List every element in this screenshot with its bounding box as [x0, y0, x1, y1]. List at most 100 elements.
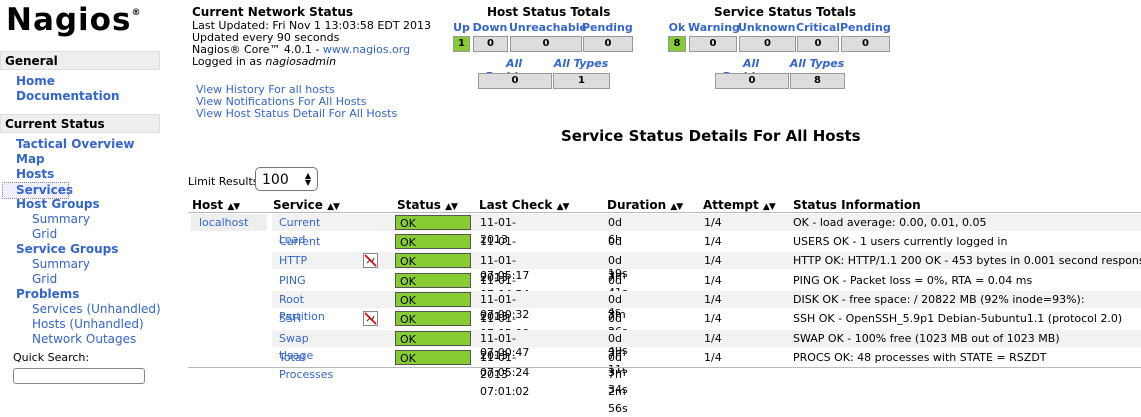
service-total-unknown-value[interactable]: 0: [739, 36, 796, 52]
status-badge: OK: [395, 253, 471, 268]
nav-home[interactable]: Home: [16, 74, 55, 89]
col-last-check-header: Last Check ▲▼: [479, 198, 570, 212]
attempt: 1/4: [704, 274, 722, 287]
status-badge: OK: [395, 273, 471, 288]
status-info: PROCS OK: 48 processes with STATE = RSZD…: [793, 351, 1047, 364]
link-view-host-detail[interactable]: View Host Status Detail For All Hosts: [196, 107, 397, 120]
sort-arrows-icon[interactable]: ▲▼: [670, 202, 683, 212]
attempt: 1/4: [704, 293, 722, 306]
service-total-pending-value[interactable]: 0: [841, 36, 890, 52]
limit-results-label: Limit Results:: [188, 175, 263, 188]
service-all-types-value[interactable]: 8: [790, 73, 845, 89]
service-total-critical-header[interactable]: Critical: [796, 21, 840, 34]
service-totals-title: Service Status Totals: [714, 5, 857, 19]
status-badge: OK: [395, 292, 471, 307]
nav-servicegroups-grid[interactable]: Grid: [32, 272, 57, 287]
nav-map[interactable]: Map: [16, 152, 45, 167]
details-title: Service Status Details For All Hosts: [561, 127, 861, 145]
logo-mark: ®: [131, 8, 142, 18]
status-info: USERS OK - 1 users currently logged in: [793, 235, 1008, 248]
nav-hostgroups-grid[interactable]: Grid: [32, 227, 57, 242]
nav-problems[interactable]: Problems: [16, 287, 79, 302]
service-all-problems-value[interactable]: 0: [715, 73, 789, 89]
status-badge: OK: [395, 215, 471, 230]
service-total-warning-value[interactable]: 0: [689, 36, 737, 52]
nav-hostgroups-summary[interactable]: Summary: [32, 212, 90, 227]
service-link[interactable]: Total Processes: [279, 349, 333, 383]
nav-section-general: General: [0, 51, 160, 70]
host-all-types-value[interactable]: 1: [553, 73, 610, 89]
service-total-warning-header[interactable]: Warning: [688, 21, 740, 34]
col-attempt-header: Attempt ▲▼: [703, 198, 776, 212]
sort-arrows-icon[interactable]: ▲▼: [557, 202, 570, 212]
sidebar: Nagios® General Home Documentation Curre…: [0, 0, 165, 384]
host-total-pending-value[interactable]: 0: [583, 36, 633, 52]
limit-results-select[interactable]: 100 ▲ ▼: [255, 167, 318, 191]
service-all-types-header[interactable]: All Types: [789, 57, 845, 70]
host-total-down-value[interactable]: 0: [473, 36, 508, 52]
service-link[interactable]: SSH: [279, 310, 301, 327]
nav-host-groups[interactable]: Host Groups: [16, 197, 100, 212]
host-total-up-header[interactable]: Up: [452, 21, 471, 34]
status-info: PING OK - Packet loss = 0%, RTA = 0.04 m…: [793, 274, 1033, 287]
col-service-label: Service: [273, 198, 323, 212]
service-total-critical-value[interactable]: 0: [797, 36, 839, 52]
nav-tactical-overview[interactable]: Tactical Overview: [16, 137, 134, 152]
host-total-up-value[interactable]: 1: [453, 36, 470, 52]
sort-arrows-icon[interactable]: ▲▼: [445, 202, 458, 212]
status-info: OK - load average: 0.00, 0.01, 0.05: [793, 216, 987, 229]
logo-text: Nagios: [6, 2, 132, 38]
service-total-unknown-header[interactable]: Unknown: [738, 21, 795, 34]
nav-section-current-status: Current Status: [0, 114, 160, 133]
attempt: 1/4: [704, 312, 722, 325]
nagios-logo[interactable]: Nagios®: [6, 2, 141, 38]
sort-arrows-icon[interactable]: ▲▼: [227, 202, 240, 212]
notifications-disabled-icon[interactable]: [363, 311, 378, 326]
quick-search-label: Quick Search:: [13, 351, 90, 364]
status-badge: OK: [395, 350, 471, 365]
service-total-ok-value[interactable]: 8: [668, 36, 686, 52]
quick-search-input[interactable]: [13, 368, 145, 384]
logged-in-user: nagiosadmin: [265, 55, 337, 68]
host-total-pending-header[interactable]: Pending: [582, 21, 633, 34]
host-total-down-header[interactable]: Down: [472, 21, 508, 34]
nav-problems-hosts: Hosts (Unhandled): [32, 317, 144, 332]
nav-problems-services: Services (Unhandled): [32, 302, 161, 317]
status-info: HTTP OK: HTTP/1.1 200 OK - 453 bytes in …: [793, 254, 1141, 267]
service-link[interactable]: PING: [279, 272, 306, 289]
service-total-pending-header[interactable]: Pending: [840, 21, 891, 34]
sort-arrows-icon[interactable]: ▲▼: [763, 202, 776, 212]
duration: 0d 7h 2m 56s: [608, 351, 628, 415]
nav-servicegroups-summary[interactable]: Summary: [32, 257, 90, 272]
host-link-localhost[interactable]: localhost: [191, 214, 267, 231]
nav-problems-services-link[interactable]: Services: [32, 302, 83, 316]
logged-in: Logged in as nagiosadmin: [192, 56, 336, 68]
col-status-info-header: Status Information: [793, 198, 921, 212]
service-link[interactable]: HTTP: [279, 252, 307, 269]
host-all-problems-value[interactable]: 0: [478, 73, 552, 89]
nav-service-groups[interactable]: Service Groups: [16, 242, 118, 257]
col-duration-label: Duration: [607, 198, 667, 212]
col-status-header: Status ▲▼: [397, 198, 458, 212]
nav-problems-services-unhandled[interactable]: (Unhandled): [86, 302, 160, 316]
nav-documentation[interactable]: Documentation: [16, 89, 120, 104]
host-all-types-header[interactable]: All Types: [552, 57, 610, 70]
attempt: 1/4: [704, 216, 722, 229]
status-badge: OK: [395, 234, 471, 249]
host-total-unreachable-value[interactable]: 0: [510, 36, 582, 52]
nav-network-outages[interactable]: Network Outages: [32, 332, 136, 347]
col-status-label: Status: [397, 198, 441, 212]
nav-problems-hosts-unhandled[interactable]: (Unhandled): [69, 317, 143, 331]
col-last-check-label: Last Check: [479, 198, 553, 212]
nav-hosts[interactable]: Hosts: [16, 167, 54, 182]
host-total-unreachable-header[interactable]: Unreachable: [509, 21, 587, 34]
nav-problems-hosts-link[interactable]: Hosts: [32, 317, 66, 331]
host-totals-title: Host Status Totals: [487, 5, 611, 19]
header-divider: [188, 212, 1141, 213]
col-host-label: Host: [192, 198, 224, 212]
status-badge: OK: [395, 311, 471, 326]
sort-arrows-icon[interactable]: ▲▼: [327, 202, 340, 212]
service-total-ok-header[interactable]: Ok: [667, 21, 687, 34]
notifications-disabled-icon[interactable]: [363, 253, 378, 268]
col-duration-header: Duration ▲▼: [607, 198, 683, 212]
